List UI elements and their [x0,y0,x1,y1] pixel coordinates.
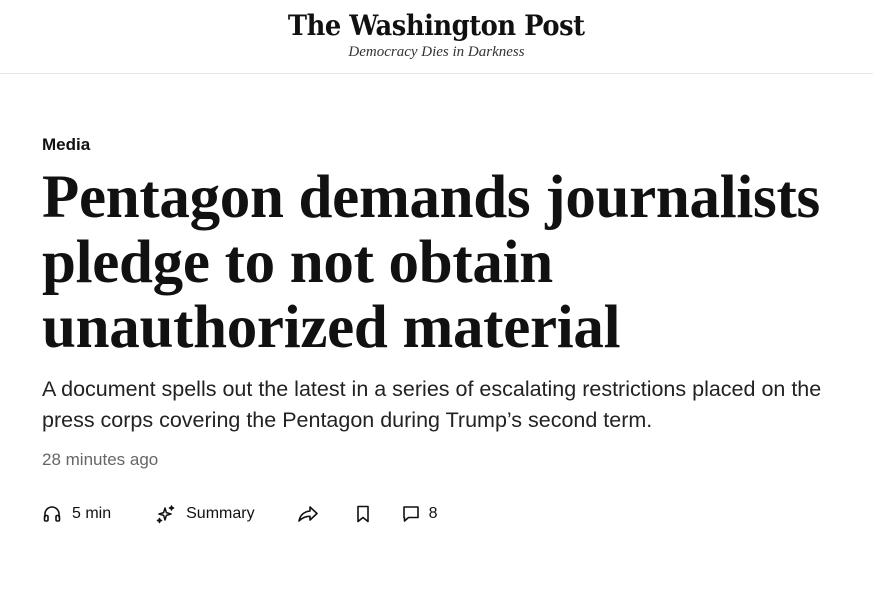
share-button[interactable] [297,504,319,524]
section-label[interactable]: Media [42,134,842,156]
article-header: Media Pentagon demands journalists pledg… [42,134,842,471]
comment-count: 8 [428,505,438,522]
sparkle-icon [156,504,176,524]
headphones-icon [42,504,62,524]
article-timestamp: 28 minutes ago [42,450,159,469]
site-tagline: Democracy Dies in Darkness [348,44,525,60]
save-button[interactable] [354,504,372,524]
comments-button[interactable]: 8 [401,504,438,524]
article-headline: Pentagon demands journalists pledge to n… [42,164,820,361]
listen-duration-label: 5 min [72,505,112,522]
comment-icon [401,504,421,524]
site-logo[interactable]: The Washington Post [288,9,585,43]
share-icon [297,504,319,524]
article-action-bar: 5 min Summary 8 [42,501,437,527]
summary-label: Summary [186,505,255,522]
summary-button[interactable]: Summary [156,504,255,524]
listen-button[interactable]: 5 min [42,504,111,524]
article-dek: A document spells out the latest in a se… [42,377,822,432]
bookmark-icon [354,504,372,524]
masthead: The Washington Post Democracy Dies in Da… [0,0,873,74]
